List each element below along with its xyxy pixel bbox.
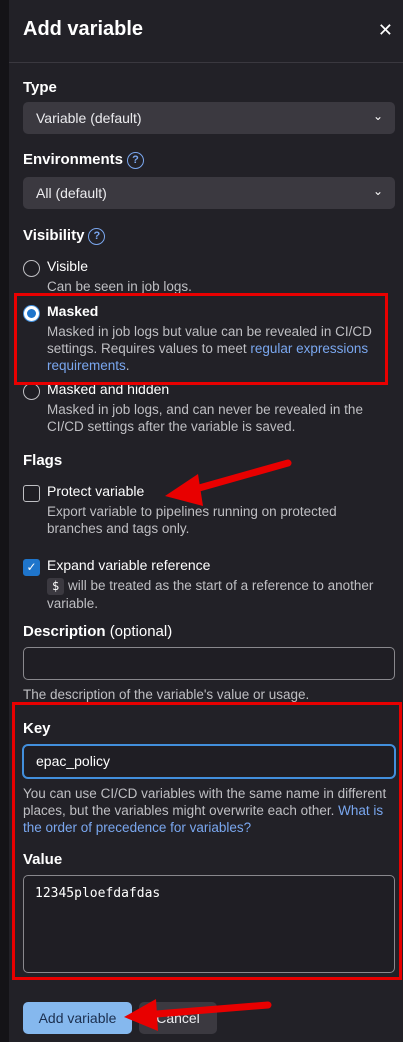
annotation-arrows — [124, 459, 292, 1031]
annotation-arrow-protect — [165, 459, 292, 506]
annotation-arrow-add-button — [124, 999, 272, 1031]
